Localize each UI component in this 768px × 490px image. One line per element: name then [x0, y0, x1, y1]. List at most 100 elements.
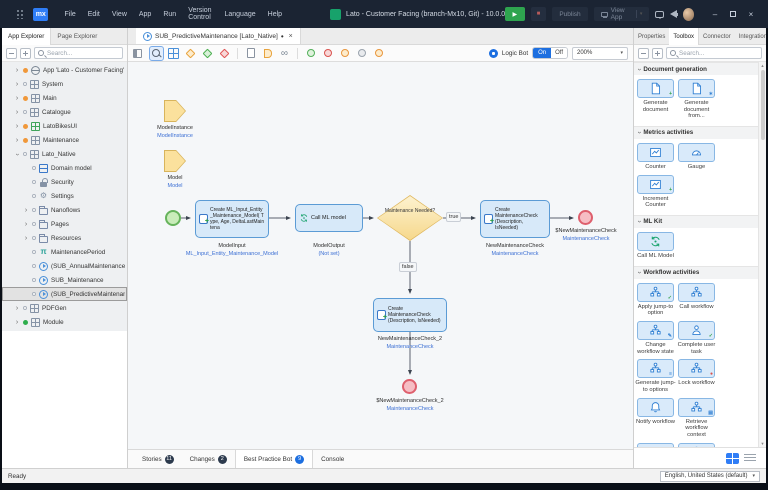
- circle-red-icon[interactable]: [321, 47, 334, 60]
- run-button[interactable]: ▶: [505, 7, 525, 21]
- panel-toggle-icon[interactable]: [133, 47, 146, 60]
- toolbox-search[interactable]: [666, 47, 762, 59]
- activity-create-maintenance-check[interactable]: Create MaintenanceCheck (Description, Is…: [480, 200, 550, 238]
- expander-icon[interactable]: ›: [14, 67, 20, 74]
- diamond-orange-icon[interactable]: [184, 47, 197, 60]
- activity-call-ml-model[interactable]: Call ML model: [295, 204, 363, 232]
- activity-create-maintenance-check-2[interactable]: Create MaintenanceCheck (Description, Is…: [373, 298, 447, 332]
- zoom-select[interactable]: 200% ▾: [572, 46, 628, 60]
- tree-item-maintenance[interactable]: › Maintenance: [2, 133, 127, 147]
- expander-icon[interactable]: ›: [14, 137, 20, 144]
- tree-item-pages[interactable]: › Pages: [2, 217, 127, 231]
- view-app-button[interactable]: View App ▾: [593, 7, 650, 21]
- close-button[interactable]: ×: [742, 10, 760, 19]
- end-event[interactable]: [402, 379, 417, 394]
- feedback-icon[interactable]: [655, 10, 664, 19]
- tab-connector[interactable]: Connector: [699, 28, 735, 45]
- tree-item-maintenanceperiod[interactable]: .πMaintenancePeriod: [2, 245, 127, 259]
- document-tab[interactable]: SUB_PredictiveMaintenance [Lato_Native] …: [136, 28, 301, 44]
- scroll-up-icon[interactable]: ▲: [759, 63, 766, 68]
- menu-language[interactable]: Language: [218, 11, 261, 18]
- circle-orange-icon[interactable]: [338, 47, 351, 60]
- toolbox-item-generate-jump-to-options[interactable]: ≡ Generate jump-to options: [635, 359, 676, 393]
- toolbox-item-generate-document-from[interactable]: ∗ Generate document from...: [676, 79, 717, 120]
- scroll-down-icon[interactable]: ▼: [759, 441, 766, 446]
- tree-item-sub-maintenance[interactable]: .SUB_Maintenance: [2, 273, 127, 287]
- app-launcher-grid-icon[interactable]: [16, 9, 26, 19]
- menu-version-control[interactable]: Version Control: [182, 7, 218, 21]
- tree-item-module[interactable]: › Module: [2, 315, 127, 329]
- tree-item-catalogue[interactable]: › Catalogue: [2, 105, 127, 119]
- publish-button[interactable]: Publish: [552, 7, 588, 21]
- tree-item-pdfgen[interactable]: › PDFGen: [2, 301, 127, 315]
- loop-icon[interactable]: ∞: [278, 47, 291, 60]
- tab-app-explorer[interactable]: App Explorer: [2, 28, 52, 45]
- toolbox-item-notify-workflow[interactable]: Notify workflow: [635, 397, 676, 439]
- circle-gray-icon[interactable]: [355, 47, 368, 60]
- tree-item-system[interactable]: › System: [2, 77, 127, 91]
- collapse-all-icon[interactable]: [638, 47, 649, 59]
- collapse-all-icon[interactable]: [6, 47, 17, 59]
- dock-tab-console[interactable]: Console: [313, 450, 352, 468]
- scrollbar[interactable]: ▲ ▼: [758, 62, 766, 447]
- annotation-page-icon[interactable]: [244, 47, 257, 60]
- grid-mode-icon[interactable]: [167, 47, 180, 60]
- end-event-entity-link[interactable]: MaintenanceCheck: [386, 406, 433, 412]
- expand-all-icon[interactable]: [20, 47, 31, 59]
- language-select[interactable]: English, United States (default) ▾: [659, 470, 760, 482]
- search-input[interactable]: [679, 49, 758, 57]
- expander-icon[interactable]: ›: [14, 109, 20, 116]
- toolbox-item-lock-workflow[interactable]: ● Lock workflow: [676, 359, 717, 393]
- section-header-metrics-activities[interactable]: › Metrics activities: [634, 125, 758, 139]
- search-input[interactable]: [47, 49, 119, 57]
- section-header-ml-kit[interactable]: › ML Kit: [634, 214, 758, 228]
- expander-icon[interactable]: ›: [14, 305, 20, 312]
- expander-icon[interactable]: ›: [14, 151, 21, 157]
- microflow-canvas[interactable]: ModelInstance ModelInstance Model Model …: [128, 62, 633, 449]
- megaphone-icon[interactable]: [669, 10, 678, 18]
- list-view-icon[interactable]: [744, 453, 756, 463]
- parameter-entity-link[interactable]: ModelInstance: [157, 133, 193, 139]
- menu-app[interactable]: App: [133, 11, 157, 18]
- expander-icon[interactable]: ›: [14, 319, 20, 326]
- activity-entity-link[interactable]: (Not set): [318, 251, 339, 257]
- menu-edit[interactable]: Edit: [82, 11, 106, 18]
- dock-tab-changes[interactable]: Changes 2: [182, 450, 235, 468]
- parameter-entity-link[interactable]: Model: [168, 183, 183, 189]
- tab-integration[interactable]: Integration: [735, 28, 766, 45]
- section-header-workflow-activities[interactable]: › Workflow activities: [634, 265, 758, 279]
- toolbox-item-complete-user-task[interactable]: ✓ Complete user task: [676, 320, 717, 355]
- expander-icon[interactable]: ›: [14, 95, 20, 102]
- explorer-search[interactable]: [34, 47, 123, 59]
- stop-button[interactable]: ■: [530, 7, 547, 21]
- toolbox-item-retrieve-workflow-context[interactable]: ▤ Retrieve workflow context: [676, 397, 717, 439]
- menu-file[interactable]: File: [58, 11, 81, 18]
- toolbox-item-call-workflow[interactable]: Call workflow: [676, 282, 717, 317]
- circle-green-icon[interactable]: [304, 47, 317, 60]
- expand-all-icon[interactable]: [652, 47, 663, 59]
- tab-page-explorer[interactable]: Page Explorer: [51, 28, 103, 45]
- logic-bot-on[interactable]: On: [533, 48, 552, 58]
- activity-create-model-input[interactable]: Create ML_Input_Entity_Maintenance_Model…: [195, 200, 269, 238]
- expander-icon[interactable]: ›: [14, 81, 20, 88]
- section-header-document-generation[interactable]: › Document generation: [634, 62, 758, 75]
- toolbox-item-change-workflow-state[interactable]: ✎ Change workflow state: [635, 320, 676, 355]
- menu-view[interactable]: View: [106, 11, 133, 18]
- diamond-red-icon[interactable]: [218, 47, 231, 60]
- menu-help[interactable]: Help: [262, 11, 288, 18]
- activity-entity-link[interactable]: ML_Input_Entity_Maintenance_Model: [186, 251, 278, 257]
- expander-icon[interactable]: ›: [23, 207, 29, 214]
- tree-item-sub-annualmaintenance[interactable]: .(SUB_AnnualMaintenance): [2, 259, 127, 273]
- tree-item-domain-model[interactable]: .Domain model: [2, 161, 127, 175]
- user-avatar[interactable]: [682, 7, 694, 21]
- zoom-mode-icon[interactable]: [149, 45, 164, 61]
- logic-bot-off[interactable]: Off: [551, 48, 567, 58]
- tree-item-nanoflows[interactable]: › Nanoflows: [2, 203, 127, 217]
- start-event[interactable]: [165, 210, 181, 226]
- toolbox-item-apply-jump-to-option[interactable]: ✓ Apply jump-to option: [635, 282, 676, 317]
- activity-entity-link[interactable]: MaintenanceCheck: [386, 344, 433, 350]
- toolbox-item-call-ml-model[interactable]: Call ML Model: [635, 231, 676, 260]
- toolbox-item-gauge[interactable]: Gauge: [676, 142, 717, 171]
- end-event[interactable]: [578, 210, 593, 225]
- edge-label-false[interactable]: false: [399, 262, 417, 273]
